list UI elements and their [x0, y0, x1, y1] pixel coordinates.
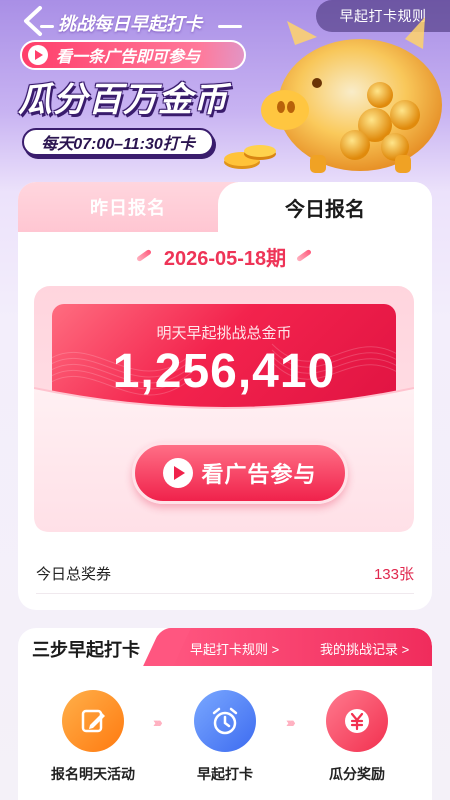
back-arrow-icon[interactable]	[18, 4, 52, 38]
hero-banner: 挑战每日早起打卡 早起打卡规则 看一条广告即可参与 瓜分百万金币 每天07:00…	[0, 0, 450, 190]
dash-decoration-right	[296, 253, 314, 259]
step-label: 瓜分奖励	[329, 766, 385, 782]
edit-icon	[62, 690, 124, 752]
tab-yesterday-signup[interactable]: 昨日报名	[18, 182, 238, 232]
voucher-count: 133张	[373, 566, 414, 583]
page-title: 挑战每日早起打卡	[58, 14, 202, 34]
tab-today-signup[interactable]: 今日报名	[218, 182, 432, 232]
piggy-bank-icon	[261, 17, 442, 173]
step-signup: 报名明天活动	[38, 690, 148, 784]
alarm-clock-icon	[194, 690, 256, 752]
ad-hint-text: 看一条广告即可参与	[56, 49, 201, 66]
chevrons-right-icon: ››››	[286, 714, 296, 730]
chevrons-right-icon: ››››	[153, 714, 163, 730]
title-decoration-left	[40, 25, 54, 28]
steps-rules-link[interactable]: 早起打卡规则 >	[190, 639, 279, 658]
title-decoration-right	[218, 25, 242, 28]
steps-title: 三步早起打卡	[32, 640, 140, 660]
step-reward: 瓜分奖励	[302, 690, 412, 784]
signup-card: 昨日报名 今日报名 2026-05-18期 明天早起挑战总金币 1,256,41…	[18, 182, 432, 610]
watch-ad-button[interactable]: 看广告参与	[132, 442, 348, 504]
voucher-label: 今日总奖券	[36, 566, 112, 583]
ad-hint-badge: 看一条广告即可参与	[20, 40, 246, 70]
voucher-row: 今日总奖券 133张	[36, 554, 414, 594]
checkin-time-badge: 每天07:00–11:30打卡	[22, 128, 214, 156]
yuan-coin-icon	[326, 690, 388, 752]
period-row: 2026-05-18期	[18, 240, 432, 272]
watch-ad-label: 看广告参与	[201, 462, 317, 487]
step-checkin: 早起打卡	[170, 690, 280, 784]
dash-decoration-left	[136, 253, 154, 259]
play-icon	[28, 45, 48, 65]
play-icon	[163, 458, 194, 488]
prize-pool-label: 明天早起挑战总金币	[156, 325, 292, 342]
promo-headline: 瓜分百万金币	[18, 81, 228, 119]
period-label: 2026-05-18期	[163, 247, 287, 270]
challenge-record-link[interactable]: 我的挑战记录 >	[320, 639, 409, 658]
step-label: 报名明天活动	[51, 766, 135, 782]
prize-pool-panel: 明天早起挑战总金币 1,256,410 看广告参与	[34, 286, 414, 532]
steps-card: 三步早起打卡 早起打卡规则 > 我的挑战记录 > 报名明天活动 ›››› 早起打…	[18, 628, 432, 800]
step-label: 早起打卡	[197, 766, 253, 782]
